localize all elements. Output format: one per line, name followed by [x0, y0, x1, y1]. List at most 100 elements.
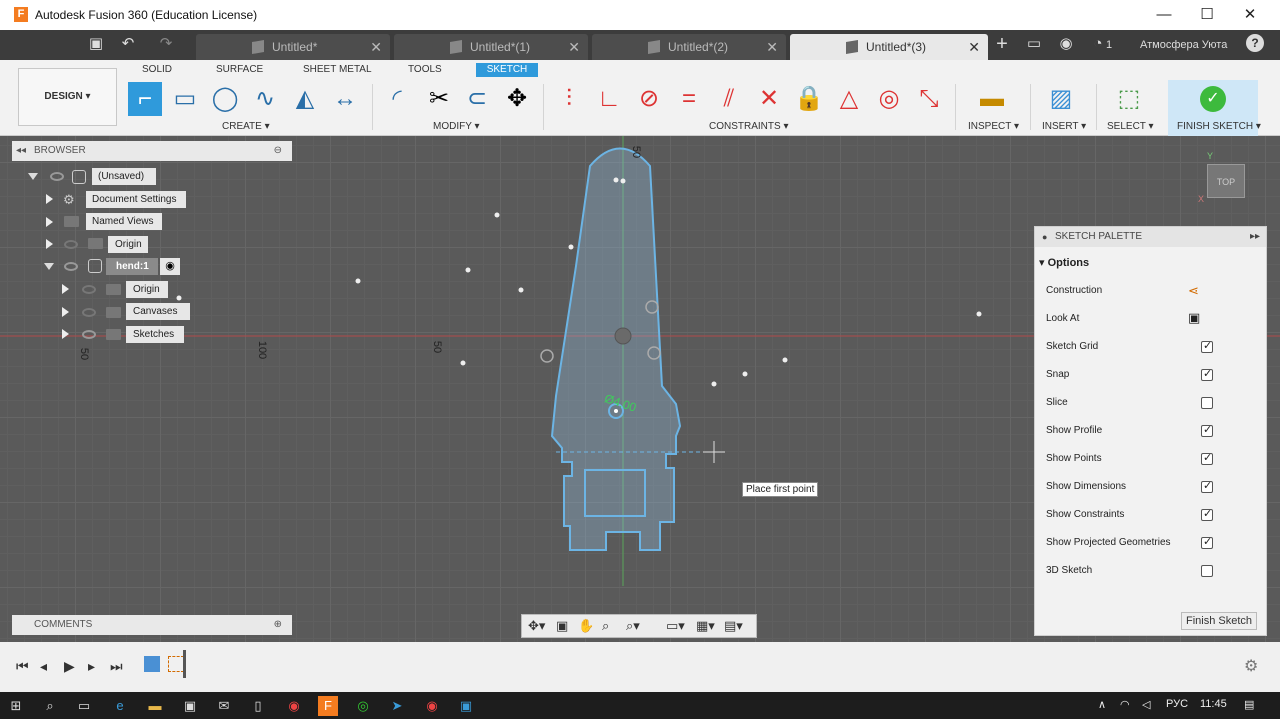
offset-tool-icon[interactable]: ⊂	[460, 82, 494, 116]
sketch-grid-checkbox[interactable]	[1201, 339, 1213, 353]
close-tab-icon[interactable]: ✕	[568, 39, 580, 56]
fit-icon[interactable]: ⌕▾	[626, 618, 640, 634]
look-at-icon[interactable]: ▣	[556, 618, 568, 634]
timeline-sketch-feature-icon[interactable]	[168, 656, 184, 672]
trim-scissors-icon[interactable]: ✂	[422, 82, 456, 116]
expand-arrow-icon[interactable]	[62, 284, 69, 294]
insert-menu[interactable]: INSERT ▾	[1042, 121, 1086, 132]
search-icon[interactable]: ⌕	[40, 696, 60, 716]
hidden-eye-icon[interactable]	[82, 308, 96, 317]
add-comment-icon[interactable]: ⊕	[274, 615, 282, 635]
workspace-switcher[interactable]: DESIGN ▾	[18, 68, 117, 126]
activate-radio-icon[interactable]: ◉	[160, 258, 180, 275]
display-settings-icon[interactable]: ▭▾	[666, 618, 685, 634]
close-window-button[interactable]: ✕	[1236, 4, 1264, 26]
tab-solid[interactable]: SOLID	[136, 63, 178, 77]
snap-checkbox[interactable]	[1201, 367, 1213, 381]
show-constraints-checkbox[interactable]	[1201, 507, 1213, 521]
hidden-eye-icon[interactable]	[64, 240, 78, 249]
create-menu[interactable]: CREATE ▾	[222, 121, 270, 132]
document-icon[interactable]: ▯	[248, 696, 268, 716]
viewcube[interactable]: TOP	[1207, 164, 1245, 198]
spline-tool-icon[interactable]: ∿	[248, 82, 282, 116]
browser-item-root[interactable]: (Unsaved)	[92, 168, 156, 185]
tab-sketch[interactable]: SKETCH	[476, 63, 538, 77]
store-icon[interactable]: ▣	[180, 696, 200, 716]
line-tool-icon[interactable]: ⌐	[128, 82, 162, 116]
options-section-header[interactable]: ▾ Options	[1039, 256, 1089, 269]
pan-hand-icon[interactable]: ✋	[578, 618, 594, 634]
visibility-eye-icon[interactable]	[64, 262, 78, 271]
timeline-settings-gear-icon[interactable]: ⚙	[1244, 656, 1258, 676]
chrome-icon-2[interactable]: ◉	[422, 696, 442, 716]
expand-arrow-icon[interactable]	[46, 217, 53, 227]
construction-icon[interactable]: ⋖	[1188, 283, 1199, 299]
undo-icon[interactable]: ↶	[118, 34, 138, 54]
tab-untitled-2[interactable]: Untitled*(2) ✕	[592, 34, 786, 60]
browser-item-canvases[interactable]: Canvases	[126, 303, 190, 320]
show-profile-checkbox[interactable]	[1201, 423, 1213, 437]
new-tab-icon[interactable]: +	[992, 34, 1012, 54]
tab-untitled-1[interactable]: Untitled*(1) ✕	[394, 34, 588, 60]
fix-lock-icon[interactable]: 🔒	[792, 82, 826, 116]
extensions-icon[interactable]: ◉	[1056, 34, 1076, 54]
browser-item-document-settings[interactable]: Document Settings	[86, 191, 186, 208]
show-projected-geometries-checkbox[interactable]	[1201, 535, 1213, 549]
timeline-play-icon[interactable]: ▶	[64, 658, 75, 675]
close-tab-icon[interactable]: ✕	[370, 39, 382, 56]
tab-tools[interactable]: TOOLS	[402, 63, 448, 77]
mirror-tool-icon[interactable]: ◭	[288, 82, 322, 116]
maximize-button[interactable]: ☐	[1193, 4, 1221, 26]
orbit-icon[interactable]: ✥▾	[528, 618, 545, 634]
browser-item-origin-sub[interactable]: Origin	[126, 281, 168, 298]
notifications-icon[interactable]: ▭	[1024, 34, 1044, 54]
tab-untitled-3[interactable]: Untitled*(3) ✕	[790, 34, 988, 60]
expand-arrow-icon[interactable]	[46, 194, 53, 204]
show-points-checkbox[interactable]	[1201, 451, 1213, 465]
user-name[interactable]: Атмосфера Уюта	[1140, 39, 1227, 51]
browser-item-named-views[interactable]: Named Views	[86, 213, 162, 230]
expand-arrow-icon[interactable]	[62, 329, 69, 339]
volume-icon[interactable]: ◁	[1142, 698, 1150, 711]
modify-menu[interactable]: MODIFY ▾	[433, 121, 480, 132]
finish-sketch-label[interactable]: FINISH SKETCH ▾	[1177, 121, 1261, 132]
select-menu[interactable]: SELECT ▾	[1107, 121, 1154, 132]
insert-image-icon[interactable]: ▨	[1044, 82, 1078, 116]
rectangle-tool-icon[interactable]: ▭	[168, 82, 202, 116]
task-view-icon[interactable]: ▭	[74, 696, 94, 716]
comments-panel[interactable]: COMMENTS ⊕	[12, 615, 292, 635]
timeline-end-icon[interactable]: ⏭	[110, 658, 123, 675]
tray-chevron-icon[interactable]: ∧	[1098, 698, 1106, 711]
clock[interactable]: 11:45	[1200, 698, 1227, 710]
palette-finish-sketch-button[interactable]: Finish Sketch	[1181, 612, 1257, 630]
tab-untitled[interactable]: Untitled* ✕	[196, 34, 390, 60]
slice-checkbox[interactable]	[1201, 397, 1213, 409]
close-tab-icon[interactable]: ✕	[766, 39, 778, 56]
constraints-menu[interactable]: CONSTRAINTS ▾	[709, 121, 788, 132]
expand-arrow-icon[interactable]	[62, 307, 69, 317]
viewports-icon[interactable]: ▤▾	[724, 618, 743, 634]
tangent-constraint-icon[interactable]: ⊘	[632, 82, 666, 116]
move-tool-icon[interactable]: ✥	[500, 82, 534, 116]
job-status-icon[interactable]: ◔	[1088, 34, 1108, 54]
collinear-constraint-icon[interactable]: ✕	[752, 82, 786, 116]
show-dimensions-checkbox[interactable]	[1201, 479, 1213, 493]
app-window-icon[interactable]: ▣	[456, 696, 476, 716]
browser-item-hend[interactable]: hend:1	[106, 258, 158, 275]
edge-browser-icon[interactable]: e	[110, 696, 130, 716]
timeline-canvas-feature-icon[interactable]	[144, 656, 160, 672]
mail-icon[interactable]: ✉	[214, 696, 234, 716]
midpoint-constraint-icon[interactable]: △	[832, 82, 866, 116]
timeline-prev-icon[interactable]: ◂	[40, 658, 47, 675]
visibility-eye-icon[interactable]	[50, 172, 64, 181]
network-icon[interactable]: ◠	[1120, 698, 1130, 711]
timeline-start-icon[interactable]: ⏮	[16, 658, 29, 675]
whatsapp-icon[interactable]: ◎	[353, 696, 373, 716]
hidden-eye-icon[interactable]	[82, 285, 96, 294]
look-at-icon[interactable]: ▣	[1188, 310, 1200, 326]
palette-pin-icon[interactable]: ●	[1042, 227, 1047, 247]
close-tab-icon[interactable]: ✕	[968, 39, 980, 56]
minimize-button[interactable]: —	[1150, 4, 1178, 26]
coincident-constraint-icon[interactable]: ⫶	[552, 82, 586, 116]
help-icon[interactable]: ?	[1246, 34, 1264, 52]
